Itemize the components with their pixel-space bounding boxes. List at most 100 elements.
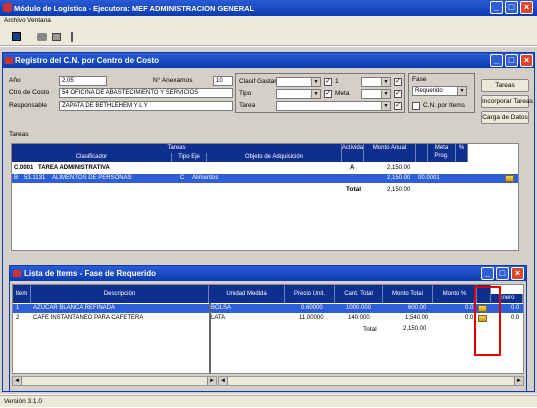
items-minimize-button[interactable]: _ [481, 267, 494, 280]
header-monto-total: Monto Total [383, 285, 433, 303]
right-scrollbar[interactable]: ◄ ► [218, 376, 524, 386]
row-cant: 1000.000 [346, 305, 372, 311]
clasif-checkbox[interactable]: ✓ [324, 78, 332, 86]
exit-icon[interactable] [71, 32, 78, 42]
row-um: BOLSA [211, 305, 232, 311]
tarea-checkbox[interactable]: ✓ [394, 102, 402, 110]
app-title: Módulo de Logística - Ejecutora: MEF ADM… [14, 3, 255, 13]
chevron-down-icon: ▼ [311, 90, 320, 98]
tipo-checkbox[interactable]: ✓ [324, 90, 332, 98]
scroll-right-icon[interactable]: ► [207, 377, 216, 385]
row-item: AZUCAR BLANCA REFINADA [33, 305, 116, 311]
clasif-checkbox-2[interactable]: ✓ [394, 78, 402, 86]
items-title: Lista de Items - Fase de Requerido [24, 269, 157, 278]
status-bar: Versión 3.1.0 [0, 395, 537, 407]
registro-title: Registro del C.N. por Centro de Costo [15, 56, 160, 65]
items-titlebar: Lista de Items - Fase de Requerido _ □ × [10, 266, 526, 281]
chevron-down-icon: ▼ [381, 102, 390, 110]
app-titlebar: Módulo de Logística - Ejecutora: MEF ADM… [0, 0, 537, 16]
items-total-label: Total [363, 326, 377, 333]
row-pct: 0.0 [465, 315, 474, 321]
header-descripcion: Descripción [31, 285, 209, 303]
left-scrollbar[interactable]: ◄ ► [12, 376, 217, 386]
cn-items-label: C.N. por Items [423, 102, 465, 109]
row-name: TAREA ADMINISTRATIVA [38, 165, 110, 171]
row-precio: 0.60000 [301, 305, 323, 311]
scroll-right-icon[interactable]: ► [514, 377, 523, 385]
tipo-value: Meta [335, 90, 350, 97]
close-button[interactable]: × [520, 1, 533, 14]
scroll-left-icon[interactable]: ◄ [13, 377, 22, 385]
menu-ventana[interactable]: Ventana [27, 16, 51, 26]
print-icon[interactable] [52, 33, 61, 41]
registro-maximize-button[interactable]: □ [505, 54, 518, 67]
table-row-selected[interactable]: 1 AZUCAR BLANCA REFINADA BOLSA 0.60000 1… [13, 304, 523, 313]
cn-items-checkbox[interactable] [412, 102, 420, 110]
tipo-checkbox-2[interactable]: ✓ [394, 90, 402, 98]
menu-archivo[interactable]: Archivo [4, 16, 26, 26]
incorporar-tareas-button[interactable]: Incorporar Tareas [481, 95, 533, 108]
table-row[interactable]: 2 CAFE INSTANTANEO PARA CAFETERA LATA 11… [13, 314, 523, 323]
header-item: Item [13, 285, 31, 303]
items-total-value: 2,150.00 [403, 326, 427, 332]
header-tipo-eje: Tipo Eje [172, 153, 207, 162]
header-precio: Precio Unit. [285, 285, 335, 303]
header-objeto: Objeto de Adquisición [207, 153, 342, 162]
row-code: C.0001 [14, 165, 34, 171]
header-pct: % [456, 144, 468, 162]
ano-field[interactable]: 2.05 [59, 76, 107, 86]
minimize-button[interactable]: _ [490, 1, 503, 14]
tools-icon[interactable] [37, 33, 47, 41]
row-clasif: 53.1131 [24, 175, 46, 181]
registro-minimize-button[interactable]: _ [490, 54, 503, 67]
header-monto-anual: Monto Anual [364, 144, 416, 162]
centro-costo-field[interactable]: 54 OFICINA DE ABASTECIMIENTO Y SERVICIOS [59, 88, 233, 98]
toolbar [0, 26, 537, 46]
registro-titlebar: Registro del C.N. por Centro de Costo _ … [3, 53, 534, 68]
fase-combo[interactable]: Requerido ▼ [412, 86, 467, 96]
row-n: 1 [16, 305, 20, 311]
row-n: 2 [16, 315, 20, 321]
row-item: CAFE INSTANTANEO PARA CAFETERA [33, 315, 144, 321]
tipo-combo[interactable]: ▼ [276, 89, 321, 99]
row-meta: 00.0001 [418, 175, 440, 181]
tarea-combo[interactable]: ▼ [276, 101, 391, 111]
tareas-button[interactable]: Tareas [481, 79, 529, 92]
row-um: LATA [211, 315, 226, 321]
table-row-selected[interactable]: B 53.1131 ALIMENTOS DE PERSONAS C Alimen… [12, 174, 518, 183]
tareas-total-value: 2,150.00 [387, 187, 411, 193]
version-label: Versión 3.1.0 [4, 398, 42, 405]
tipo-label: Tipo [239, 90, 252, 97]
responsable-field[interactable]: ZAPATA DE BETHLEHEM Y L Y [59, 101, 233, 111]
registro-close-button[interactable]: × [520, 54, 533, 67]
row-code: B [14, 175, 19, 181]
scroll-left-icon[interactable]: ◄ [219, 377, 228, 385]
ano-label: Año [9, 77, 21, 84]
clasif-combo-2[interactable]: ▼ [361, 77, 391, 87]
chevron-down-icon: ▼ [381, 78, 390, 86]
fase-group: Fase Requerido ▼ C.N. por Items [408, 73, 475, 113]
column-divider [209, 303, 211, 373]
tareas-label: Tareas [9, 131, 29, 138]
row-monto: 600.00 [408, 305, 427, 311]
row-pct: 0.0 [465, 305, 474, 311]
row-monto: 1,540.00 [405, 315, 429, 321]
header-blank [416, 144, 428, 162]
carga-datos-button[interactable]: Carga de Datos [481, 111, 529, 124]
chevron-down-icon: ▼ [457, 87, 466, 95]
edit-icon[interactable] [505, 175, 514, 182]
save-icon[interactable] [12, 32, 21, 41]
table-row[interactable]: C.0001 TAREA ADMINISTRATIVA A 2,150.00 [12, 164, 518, 173]
row-act: A [350, 165, 355, 171]
row-precio: 11.00000 [299, 315, 324, 321]
clasif-value: 1 [335, 78, 339, 85]
tareas-table: Tareas Clasificador Tipo Eje Objeto de A… [11, 143, 519, 251]
header-meta-prog: Meta Prog. [428, 144, 456, 162]
clasif-combo[interactable]: ▼ [276, 77, 321, 87]
tipo-combo-2[interactable]: ▼ [361, 89, 391, 99]
items-maximize-button[interactable]: □ [496, 267, 509, 280]
row-monto: 2,150.00 [387, 175, 411, 181]
maximize-button[interactable]: □ [505, 1, 518, 14]
nro-anexo-field[interactable]: 10 [213, 76, 233, 86]
items-close-button[interactable]: × [511, 267, 524, 280]
